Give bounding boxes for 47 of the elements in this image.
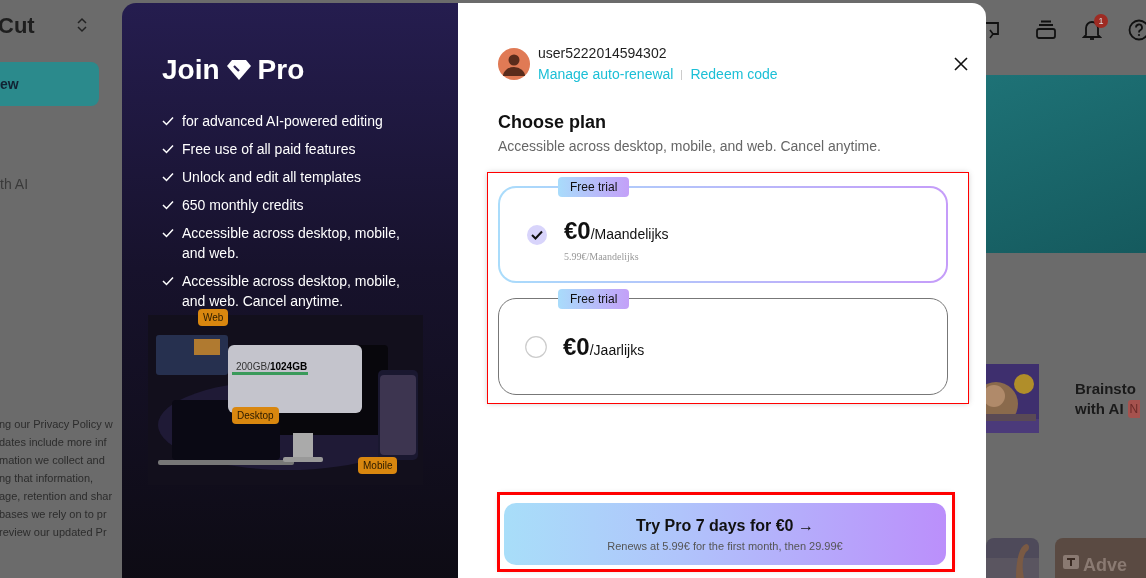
new-button[interactable]: ew bbox=[0, 62, 99, 106]
feature-text: 650 monthly credits bbox=[182, 196, 304, 215]
plan-period: /Jaarlijks bbox=[589, 341, 645, 360]
feature-text: Accessible across desktop, mobile, and web. Cancel anytime. bbox=[182, 272, 401, 311]
storage-text: 200GB/1024GB bbox=[236, 360, 308, 374]
plan-note: 5.99€/Maandelijks bbox=[564, 250, 640, 264]
feature-text: Free use of all paid features bbox=[182, 140, 356, 159]
device-tag: Mobile bbox=[358, 457, 398, 474]
privacy-notice: ng our Privacy Policy w dates include more inf mation we collect and ng that information, age, retention and shar bases we rely on to pr review our updated Pr bbox=[0, 417, 114, 540]
check-icon bbox=[162, 228, 174, 238]
selected-check-icon bbox=[526, 223, 548, 246]
promo-title[interactable]: with AI bbox=[1075, 398, 1124, 419]
text-icon bbox=[1063, 555, 1079, 569]
renewal-link[interactable]: Manage auto-renewal bbox=[538, 64, 674, 85]
new-badge: N bbox=[1127, 399, 1141, 418]
plan-price: €0 bbox=[563, 331, 590, 362]
check-icon bbox=[162, 276, 174, 286]
notification-badge: 1 bbox=[1094, 13, 1108, 28]
promo-title[interactable]: Brainsto bbox=[1075, 378, 1141, 399]
feature-text: Accessible across desktop, mobile, and web. bbox=[182, 224, 401, 263]
close-icon[interactable] bbox=[954, 57, 968, 71]
section-heading: Choose plan bbox=[498, 111, 607, 134]
diamond-icon bbox=[225, 59, 252, 81]
trial-button[interactable]: Try Pro 7 days for €0 → Renews at 5.99€ for the first month, then 29.99€ bbox=[504, 503, 946, 565]
feature-text: for advanced AI-powered editing bbox=[182, 112, 383, 131]
plan-price: €0 bbox=[564, 216, 591, 246]
feature-text: Unlock and edit all templates bbox=[182, 168, 361, 187]
bell-icon[interactable] bbox=[1082, 18, 1102, 41]
section-subtitle: Accessible across desktop, mobile, and web. Cancel anytime. bbox=[498, 137, 882, 156]
plan-period: /Maandelijks bbox=[590, 226, 669, 244]
redeem-link[interactable]: Redeem code bbox=[690, 64, 778, 85]
trial-badge: Free trial bbox=[558, 289, 630, 309]
check-icon bbox=[162, 172, 174, 182]
device-tag: Desktop bbox=[232, 407, 279, 424]
title-text: Join bbox=[162, 53, 220, 87]
check-icon bbox=[162, 200, 174, 210]
check-icon bbox=[162, 144, 174, 154]
help-icon[interactable] bbox=[1128, 18, 1146, 41]
username: user5222014594302 bbox=[538, 44, 668, 63]
radio-icon bbox=[525, 335, 547, 358]
check-icon bbox=[162, 116, 174, 126]
avatar-icon bbox=[498, 48, 530, 80]
stack-icon[interactable] bbox=[1036, 19, 1056, 40]
title-text: Pro bbox=[257, 53, 305, 87]
trial-badge: Free trial bbox=[558, 177, 630, 197]
chevron-updown-icon[interactable] bbox=[76, 17, 87, 33]
device-tag: Web bbox=[198, 309, 229, 326]
